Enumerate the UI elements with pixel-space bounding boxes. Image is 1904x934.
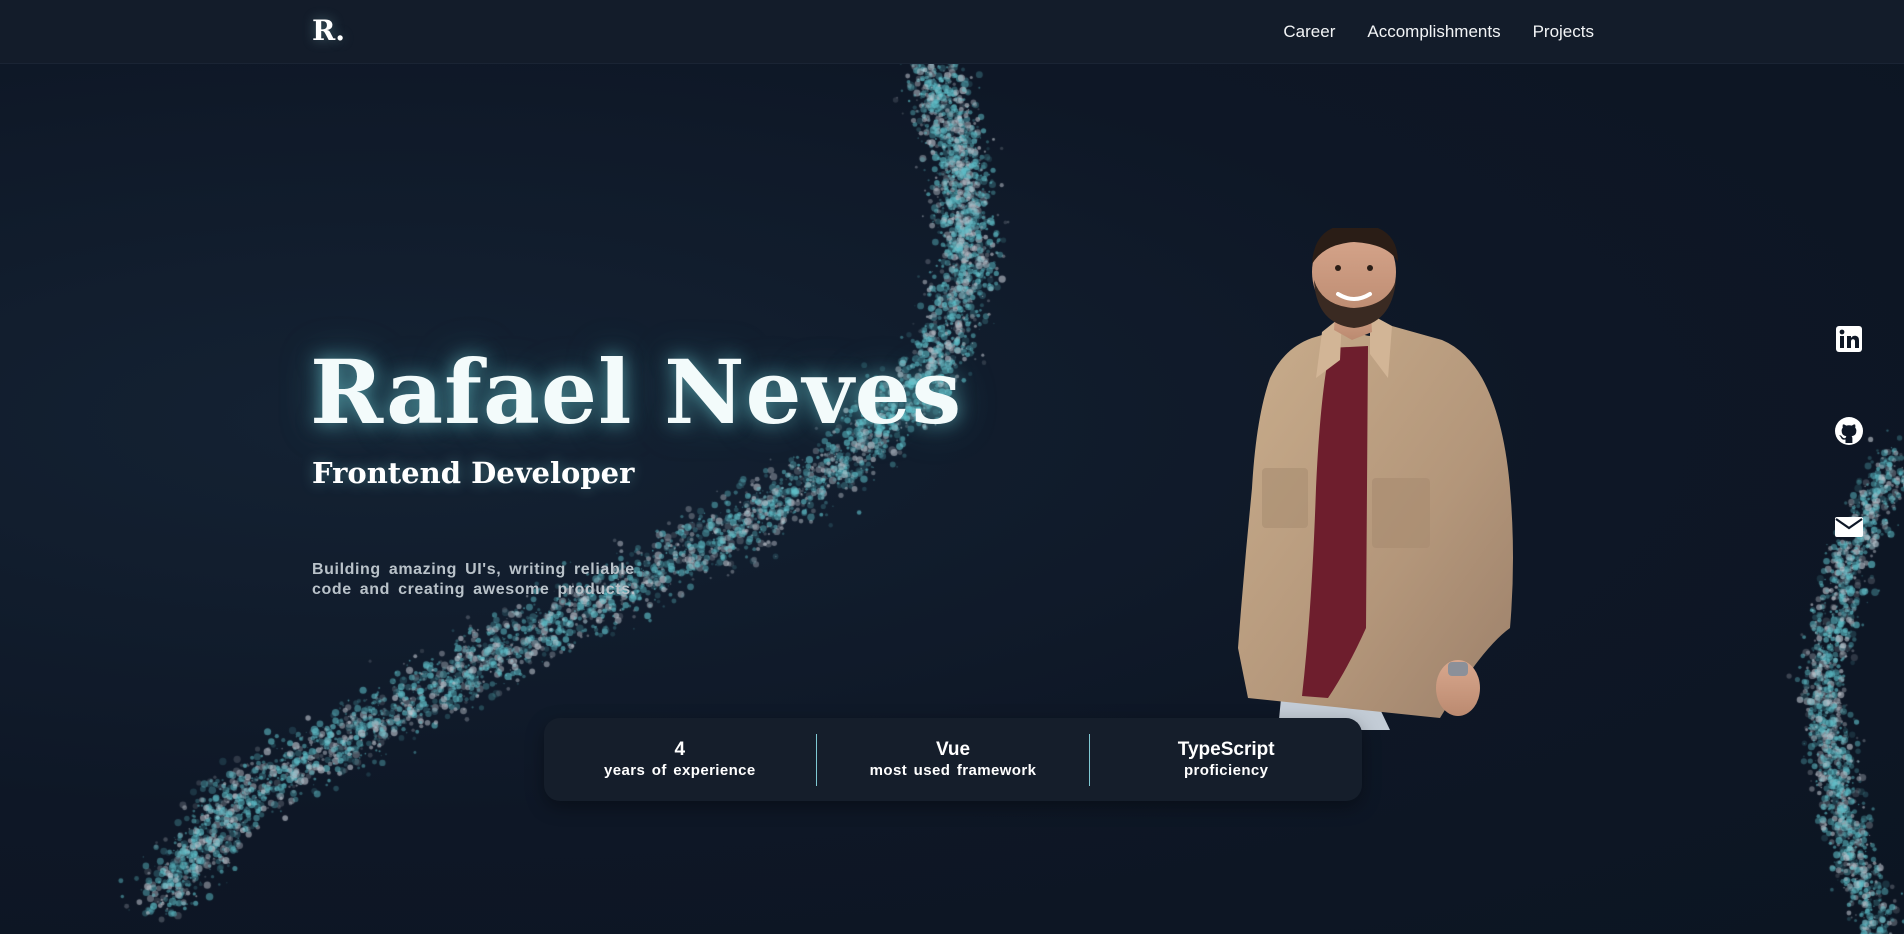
linkedin-link[interactable]	[1830, 320, 1868, 358]
mail-icon	[1835, 517, 1863, 537]
hero-tagline: Building amazing UI's, writing reliable …	[312, 561, 636, 598]
profile-photo	[1238, 228, 1513, 730]
main-nav: Career Accomplishments Projects	[1283, 22, 1594, 42]
github-link[interactable]	[1830, 412, 1868, 450]
hero-role: Frontend Developer	[312, 456, 635, 490]
stat-value: TypeScript	[1177, 739, 1275, 760]
stat-framework: Vue most used framework	[817, 739, 1089, 780]
nav-link-career[interactable]: Career	[1283, 22, 1335, 42]
email-link[interactable]	[1830, 508, 1868, 546]
stat-experience: 4 years of experience	[544, 739, 816, 780]
stat-label: most used framework	[869, 762, 1037, 779]
page: R. Career Accomplishments Projects Rafae…	[0, 0, 1904, 934]
nav-link-projects[interactable]: Projects	[1533, 22, 1594, 42]
nav-link-accomplishments[interactable]: Accomplishments	[1367, 22, 1500, 42]
stat-label: years of experience	[603, 762, 756, 779]
stat-label: proficiency	[1183, 762, 1269, 779]
github-icon	[1835, 417, 1863, 445]
hero-name: Rafael Neves	[310, 340, 963, 444]
linkedin-icon	[1836, 326, 1862, 352]
stats-card: 4 years of experience Vue most used fram…	[544, 718, 1362, 801]
stat-value: Vue	[935, 739, 971, 760]
header: R. Career Accomplishments Projects	[0, 0, 1904, 64]
stat-value: 4	[674, 739, 686, 760]
logo[interactable]: R.	[312, 14, 345, 47]
stat-language: TypeScript proficiency	[1090, 739, 1362, 780]
